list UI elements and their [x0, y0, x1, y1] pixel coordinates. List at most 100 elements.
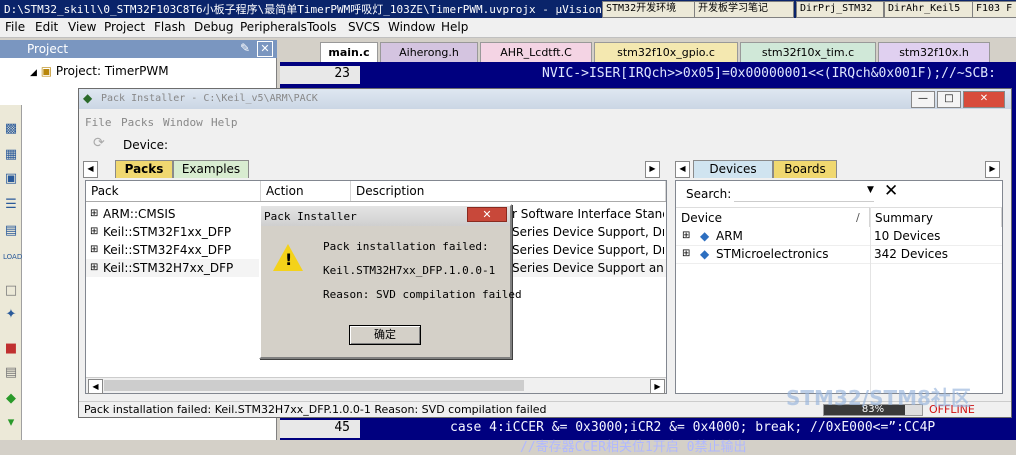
pack-description: Series Device Support and	[512, 261, 664, 275]
tab-packs[interactable]: Packs	[115, 160, 173, 178]
wand-icon[interactable]: ✦	[3, 307, 19, 323]
tab-aiherong-h[interactable]: Aiherong.h	[380, 42, 478, 62]
sort-icon[interactable]: ∕	[856, 211, 860, 224]
minimize-icon[interactable]: —	[911, 91, 935, 108]
tab-main-c[interactable]: main.c	[320, 42, 378, 62]
close-panel-icon[interactable]: ✕	[257, 41, 273, 57]
diamond-down-icon[interactable]: ▾	[3, 415, 19, 431]
expand-icon[interactable]: ⊞	[90, 205, 98, 223]
ok-button[interactable]: 确定	[349, 325, 421, 345]
refresh-icon[interactable]: ⟳	[93, 135, 105, 151]
expand-icon[interactable]: ⊞	[90, 223, 98, 241]
tab-boards[interactable]: Boards	[773, 160, 837, 178]
expand-icon[interactable]: ⊞	[682, 227, 690, 245]
device-vendor-icon: ◆	[700, 229, 710, 243]
search-input[interactable]	[734, 184, 874, 202]
pack-installer-title: Pack Installer - C:\Keil_v5\ARM\PACK	[101, 93, 318, 104]
menu-project[interactable]: Project	[104, 20, 145, 34]
project-root-label: Project: TimerPWM	[55, 64, 169, 78]
grid-icon[interactable]: ▦	[3, 147, 19, 163]
expand-icon[interactable]: ⊞	[682, 245, 690, 263]
expand-icon[interactable]: ⊞	[90, 259, 98, 277]
left-tabs-scroll-left-icon[interactable]: ◀	[83, 161, 98, 178]
pin-icon[interactable]: ✎	[240, 41, 250, 55]
device-label: Device:	[123, 138, 169, 152]
quick-button-dirprj[interactable]: DirPrj_STM32	[796, 1, 884, 18]
file-icon[interactable]: □	[3, 283, 19, 299]
dialog-title: Pack Installer	[264, 210, 357, 223]
left-tabs-scroll-right-icon[interactable]: ▶	[645, 161, 660, 178]
load-icon[interactable]: LOAD	[3, 249, 22, 265]
tab-stm32f10x-tim[interactable]: stm32f10x_tim.c	[740, 42, 876, 62]
scroll-left-icon[interactable]: ◀	[88, 379, 103, 394]
right-tabs-scroll-left-icon[interactable]: ◀	[675, 161, 690, 178]
line-number: 45	[280, 420, 360, 438]
code-line[interactable]: NVIC->ISER[IRQch>>0x05]=0x00000001<<(IRQ…	[542, 66, 996, 81]
menu-debug[interactable]: Debug	[194, 20, 233, 34]
search-label: Search:	[686, 187, 732, 201]
layers-icon[interactable]: ▤	[3, 365, 19, 381]
right-tabs-scroll-right-icon[interactable]: ▶	[985, 161, 1000, 178]
diamond-icon[interactable]: ◆	[3, 391, 19, 407]
tab-stm32f10x-gpio[interactable]: stm32f10x_gpio.c	[594, 42, 738, 62]
tab-ahr-lcdtft[interactable]: AHR_Lcdtft.C	[480, 42, 592, 62]
project-root[interactable]: ◢ ▣ Project: TimerPWM	[30, 64, 169, 78]
quick-button-notes[interactable]: 开发板学习笔记	[694, 1, 794, 18]
tab-examples[interactable]: Examples	[173, 160, 249, 178]
column-summary[interactable]: Summary	[870, 207, 1002, 227]
window-title: D:\STM32_skill\0_STM32F103C8T6小板子程序\最简单T…	[4, 3, 602, 16]
menu-tools[interactable]: Tools	[307, 20, 337, 34]
pi-menu-window[interactable]: Window	[163, 116, 203, 129]
stack-icon[interactable]: ☰	[3, 197, 19, 213]
pi-menu-file[interactable]: File	[85, 116, 112, 129]
quick-button-f103[interactable]: F103 F	[972, 1, 1016, 18]
device-row[interactable]: ⊞ ◆ ARM 10 Devices	[676, 227, 1002, 246]
column-device[interactable]: Device	[676, 207, 870, 227]
pack-name: ARM::CMSIS	[103, 207, 176, 221]
pack-description: Series Device Support, Driv	[512, 243, 664, 257]
main-menu-bar: File Edit View Project Flash Debug Perip…	[0, 18, 1016, 38]
menu-help[interactable]: Help	[441, 20, 468, 34]
search-dropdown-icon[interactable]: ▼	[867, 185, 874, 195]
components-icon[interactable]: ■	[3, 341, 19, 357]
column-action[interactable]: Action	[261, 181, 351, 201]
quick-button-dev-env[interactable]: STM32开发环境	[602, 1, 696, 18]
maximize-icon[interactable]: □	[937, 91, 961, 108]
menu-view[interactable]: View	[68, 20, 96, 34]
menu-peripherals[interactable]: Peripherals	[240, 20, 307, 34]
menu-svcs[interactable]: SVCS	[348, 20, 380, 34]
packs-horizontal-scrollbar[interactable]: ◀ ▶	[86, 377, 666, 394]
menu-file[interactable]: File	[5, 20, 25, 34]
device-name: STMicroelectronics	[716, 247, 829, 261]
line-number: 23	[280, 66, 360, 84]
quick-button-dirahr[interactable]: DirAhr_Keil5	[884, 1, 974, 18]
code-line[interactable]: //寄存器CCER相关位1开启 0禁止输出	[520, 436, 746, 455]
pi-menu-packs[interactable]: Packs	[121, 116, 154, 129]
clear-search-icon[interactable]: ✕	[884, 181, 898, 201]
code-line[interactable]: case 4:iCCER &= 0x3000;iCR2 &= 0x4000; b…	[450, 420, 935, 435]
pack-description: r Software Interface Standa	[512, 207, 664, 221]
books-icon[interactable]: ▤	[3, 223, 19, 239]
build-icon[interactable]: ▩	[3, 121, 19, 137]
pi-menu-help[interactable]: Help	[211, 116, 238, 129]
pack-name: Keil::STM32F4xx_DFP	[103, 243, 232, 257]
column-pack[interactable]: Pack	[86, 181, 261, 201]
pack-name: Keil::STM32F1xx_DFP	[103, 225, 232, 239]
scroll-right-icon[interactable]: ▶	[650, 379, 665, 394]
dialog-close-icon[interactable]: ✕	[467, 207, 507, 222]
chip-icon[interactable]: ▣	[3, 171, 19, 187]
close-window-icon[interactable]: ✕	[963, 91, 1005, 108]
menu-edit[interactable]: Edit	[35, 20, 58, 34]
device-row[interactable]: ⊞ ◆ STMicroelectronics 342 Devices	[676, 245, 1002, 264]
menu-flash[interactable]: Flash	[154, 20, 185, 34]
watermark-logo: STM32/STM8社区	[786, 386, 971, 410]
scrollbar-thumb[interactable]	[104, 380, 524, 391]
project-folder-icon: ▣	[40, 64, 53, 78]
tab-stm32f10x-h[interactable]: stm32f10x.h	[878, 42, 990, 62]
expand-icon[interactable]: ⊞	[90, 241, 98, 259]
pack-name: Keil::STM32H7xx_DFP	[103, 261, 234, 275]
menu-window[interactable]: Window	[388, 20, 435, 34]
column-description[interactable]: Description	[351, 181, 666, 201]
tree-collapse-icon[interactable]: ◢	[30, 68, 37, 78]
tab-devices[interactable]: Devices	[693, 160, 773, 178]
